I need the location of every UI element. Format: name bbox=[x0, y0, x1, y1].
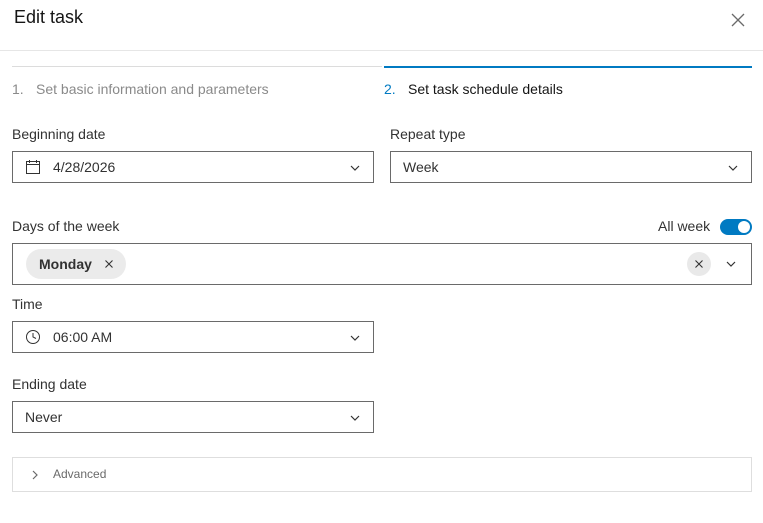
chevron-down-icon bbox=[350, 415, 360, 421]
repeat-type-value: Week bbox=[403, 159, 439, 175]
ending-date-select[interactable]: Never bbox=[12, 401, 374, 433]
step-label: Set task schedule details bbox=[408, 81, 563, 97]
chevron-down-icon bbox=[728, 165, 738, 171]
time-label: Time bbox=[12, 296, 43, 312]
clear-selection-button[interactable] bbox=[687, 252, 711, 276]
step-label: Set basic information and parameters bbox=[36, 81, 269, 97]
clock-icon bbox=[26, 330, 40, 344]
step-number: 2. bbox=[384, 81, 396, 97]
all-week-toggle[interactable] bbox=[720, 219, 752, 235]
step-number: 1. bbox=[12, 81, 24, 97]
calendar-icon bbox=[26, 160, 40, 174]
repeat-type-label: Repeat type bbox=[390, 126, 466, 142]
beginning-date-value: 4/28/2026 bbox=[53, 159, 116, 175]
chevron-down-icon[interactable] bbox=[725, 258, 737, 270]
dialog-title: Edit task bbox=[14, 7, 84, 27]
advanced-section-toggle[interactable]: Advanced bbox=[12, 457, 752, 492]
chevron-right-icon bbox=[32, 470, 38, 480]
chip-label: Monday bbox=[39, 256, 92, 272]
dialog-header: Edit task bbox=[0, 0, 763, 51]
ending-date-label: Ending date bbox=[12, 376, 87, 392]
beginning-date-picker[interactable]: 4/28/2026 bbox=[12, 151, 374, 183]
chevron-down-icon bbox=[350, 335, 360, 341]
toggle-knob bbox=[738, 221, 750, 233]
close-icon bbox=[731, 13, 745, 27]
ending-date-value: Never bbox=[25, 409, 63, 425]
advanced-label: Advanced bbox=[53, 467, 107, 481]
close-button[interactable] bbox=[726, 8, 750, 32]
chevron-down-icon bbox=[350, 165, 360, 171]
beginning-date-label: Beginning date bbox=[12, 126, 106, 142]
time-picker[interactable]: 06:00 AM bbox=[12, 321, 374, 353]
selected-day-chip: Monday bbox=[26, 249, 126, 279]
all-week-label: All week bbox=[658, 218, 711, 234]
time-value: 06:00 AM bbox=[53, 329, 113, 345]
days-of-week-label: Days of the week bbox=[12, 218, 120, 234]
clear-icon bbox=[695, 260, 703, 268]
remove-chip-icon[interactable] bbox=[103, 258, 115, 270]
step-basic-information[interactable]: 1. Set basic information and parameters bbox=[12, 66, 382, 97]
repeat-type-select[interactable]: Week bbox=[390, 151, 752, 183]
days-of-week-combobox[interactable]: Monday bbox=[12, 243, 752, 285]
step-schedule-details[interactable]: 2. Set task schedule details bbox=[384, 66, 752, 97]
